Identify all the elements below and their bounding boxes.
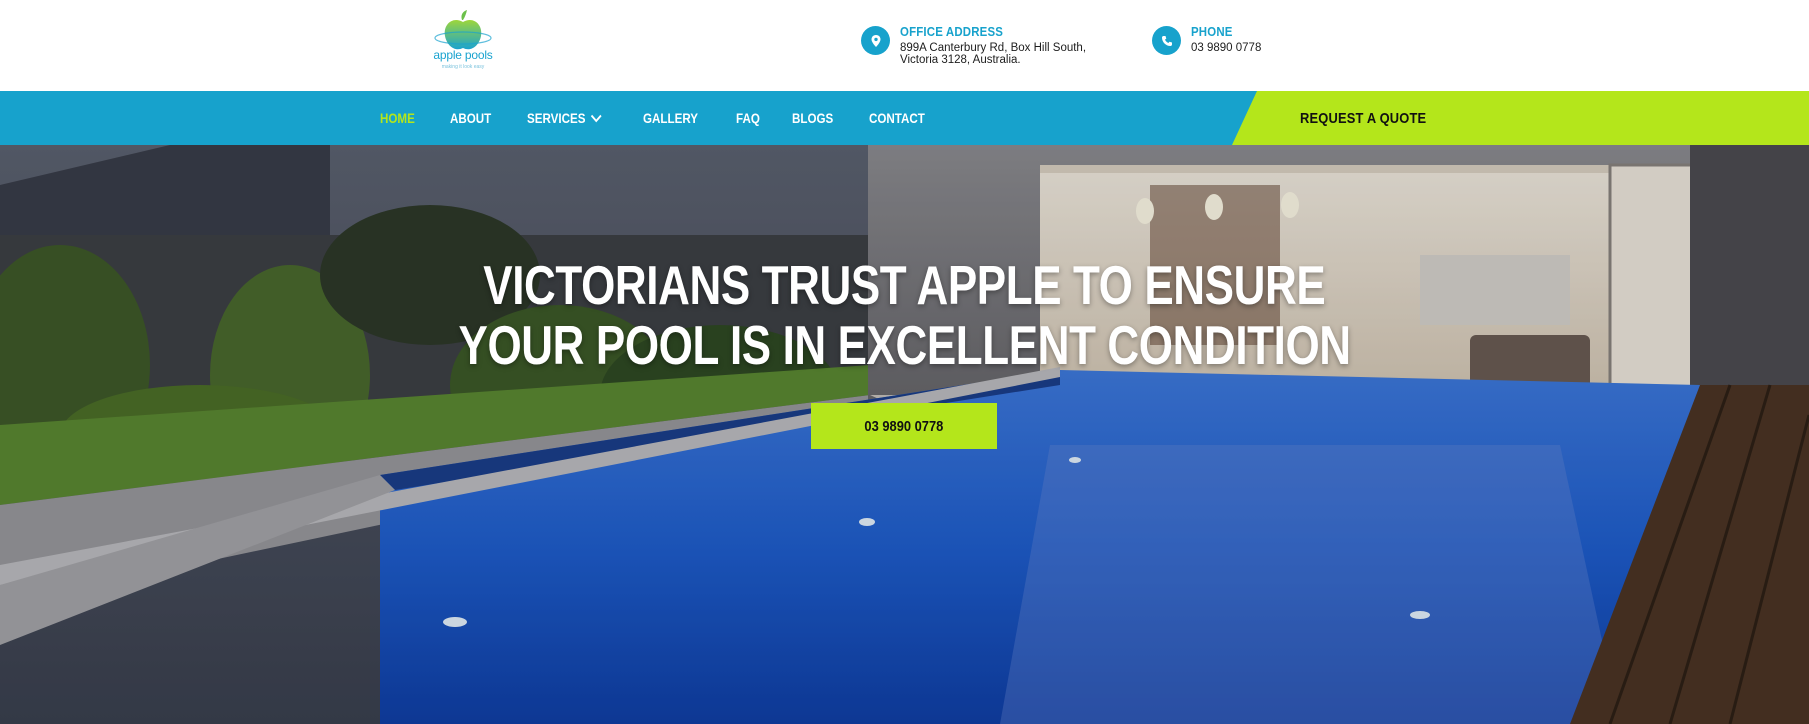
top-header: apple pools making it look easy OFFICE A… [0,0,1809,91]
nav-menu: HOME ABOUT SERVICES GALLERY FAQ BLOGS CO… [380,91,963,145]
nav-item-services[interactable]: SERVICES [527,111,602,126]
hero-heading-line2: YOUR POOL IS IN EXCELLENT CONDITION [458,314,1351,376]
location-pin-icon [861,26,890,55]
hero-heading: VICTORIANS TRUST APPLE TO ENSURE YOUR PO… [0,255,1809,375]
request-quote-button[interactable]: REQUEST A QUOTE [1232,91,1809,145]
nav-item-gallery-label: GALLERY [642,110,698,126]
nav-item-contact-label: CONTACT [869,110,926,126]
office-address-block: OFFICE ADDRESS 899A Canterbury Rd, Box H… [861,24,1086,66]
request-quote-label: REQUEST A QUOTE [1300,109,1427,127]
hero-call-button-label: 03 9890 0778 [864,417,944,435]
phone-block: PHONE 03 9890 0778 [1152,24,1261,55]
nav-item-blogs[interactable]: BLOGS [792,111,833,126]
nav-item-about[interactable]: ABOUT [450,111,491,126]
logo-wordmark: apple pools [433,48,493,62]
chevron-down-icon [590,114,602,122]
nav-item-contact[interactable]: CONTACT [869,111,925,126]
nav-item-faq[interactable]: FAQ [736,111,760,126]
nav-item-faq-label: FAQ [735,110,760,126]
office-address-title: OFFICE ADDRESS [900,24,1004,39]
phone-title: PHONE [1191,24,1233,39]
nav-item-home[interactable]: HOME [380,111,415,126]
nav-item-home-label: HOME [380,110,415,126]
phone-icon [1152,26,1181,55]
hero-call-button[interactable]: 03 9890 0778 [811,403,997,449]
office-address-line2: Victoria 3128, Australia. [900,54,1021,66]
phone-number[interactable]: 03 9890 0778 [1191,42,1261,54]
hero-section: VICTORIANS TRUST APPLE TO ENSURE YOUR PO… [0,145,1809,724]
nav-item-about-label: ABOUT [449,110,491,126]
logo-tagline: making it look easy [441,64,485,70]
office-address-line1: 899A Canterbury Rd, Box Hill South, [900,42,1087,54]
hero-heading-line1: VICTORIANS TRUST APPLE TO ENSURE [483,254,1326,316]
nav-item-blogs-label: BLOGS [792,110,834,126]
nav-item-gallery[interactable]: GALLERY [643,111,698,126]
nav-item-services-label: SERVICES [526,110,586,126]
